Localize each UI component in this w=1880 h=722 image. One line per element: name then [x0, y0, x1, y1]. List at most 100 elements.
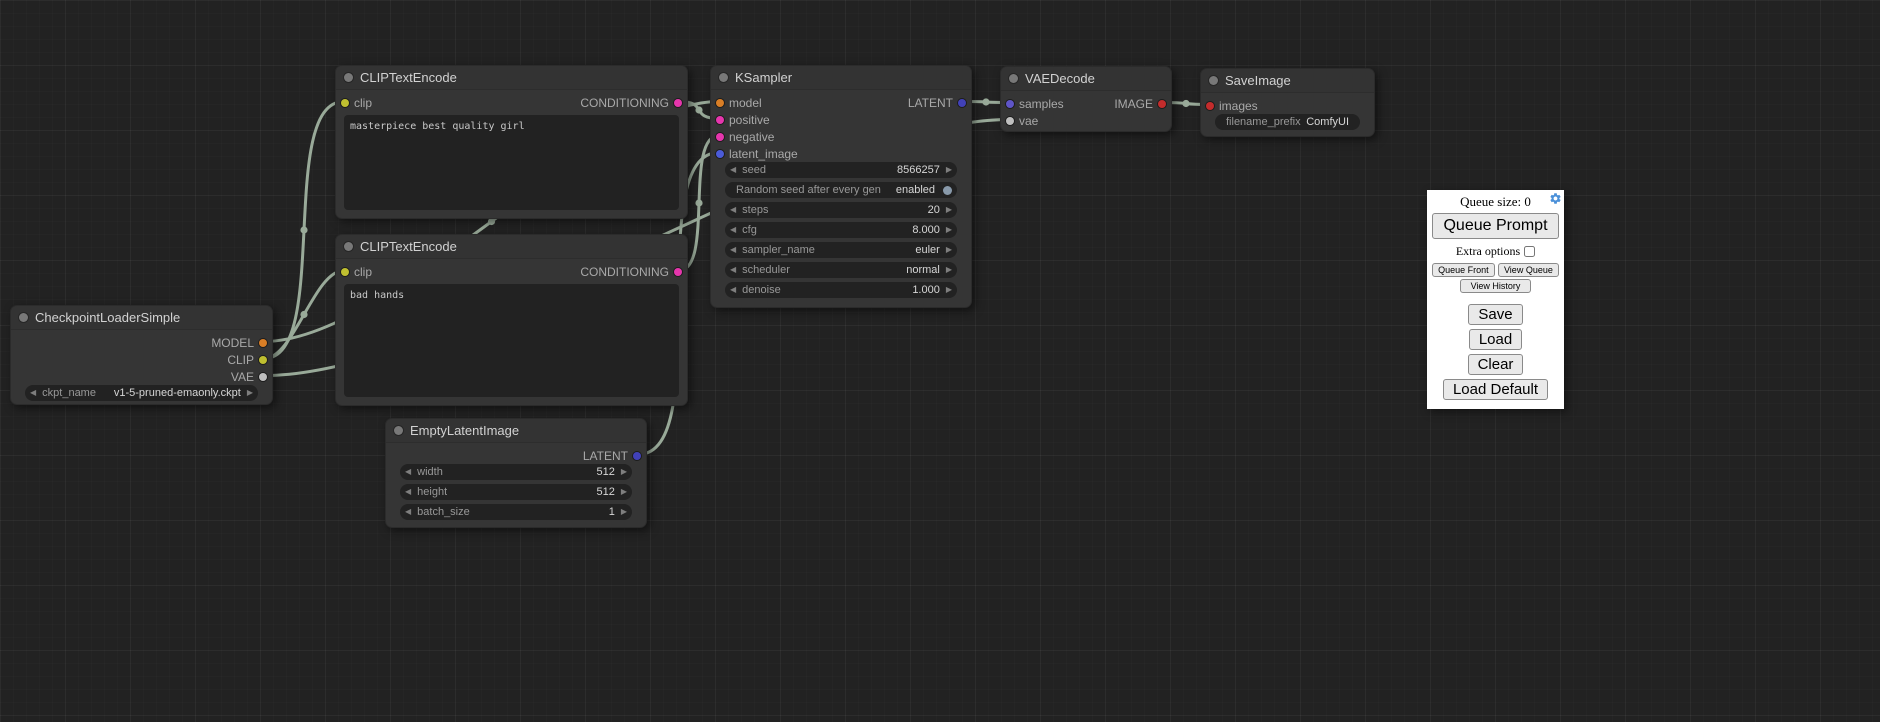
increment-arrow-icon[interactable]: ▶: [946, 286, 952, 294]
increment-arrow-icon[interactable]: ▶: [946, 206, 952, 214]
input-port-negative-icon[interactable]: [716, 133, 724, 141]
output-port-CONDITIONING-icon[interactable]: [674, 268, 682, 276]
input-port-images-icon[interactable]: [1206, 102, 1214, 110]
decrement-arrow-icon[interactable]: ◀: [405, 488, 411, 496]
settings-gear-icon[interactable]: [1549, 192, 1562, 205]
node-title-label: CheckpointLoaderSimple: [35, 310, 180, 325]
widget-value: 20: [928, 204, 940, 216]
input-port-latent_image-icon[interactable]: [716, 150, 724, 158]
input-port-clip-icon[interactable]: [341, 99, 349, 107]
output-port-MODEL-icon[interactable]: [259, 339, 267, 347]
input-port-model-icon[interactable]: [716, 99, 724, 107]
decrement-arrow-icon[interactable]: ◀: [405, 508, 411, 516]
widget-batch_size[interactable]: ◀batch_size1▶: [400, 504, 632, 520]
widget-seed[interactable]: ◀seed8566257▶: [725, 162, 957, 178]
node-collapse-icon[interactable]: [344, 73, 353, 82]
increment-arrow-icon[interactable]: ▶: [621, 468, 627, 476]
clear-button[interactable]: Clear: [1468, 354, 1524, 375]
widget-ckpt_name[interactable]: ◀ckpt_namev1-5-pruned-emaonly.ckpt▶: [25, 385, 258, 401]
output-port-LATENT-icon[interactable]: [958, 99, 966, 107]
node-title-bar[interactable]: CheckpointLoaderSimple: [11, 306, 272, 330]
node-vae-decode[interactable]: VAEDecodesamplesIMAGEvae: [1000, 66, 1172, 132]
slot-row: latent_image: [711, 145, 971, 162]
prompt-textarea[interactable]: masterpiece best quality girl: [344, 115, 679, 210]
node-title-label: CLIPTextEncode: [360, 70, 457, 85]
widget-width[interactable]: ◀width512▶: [400, 464, 632, 480]
node-clip-positive[interactable]: CLIPTextEncodeclipCONDITIONINGmasterpiec…: [335, 65, 688, 219]
decrement-arrow-icon[interactable]: ◀: [730, 206, 736, 214]
output-port-CONDITIONING-icon[interactable]: [674, 99, 682, 107]
increment-arrow-icon[interactable]: ▶: [621, 488, 627, 496]
decrement-arrow-icon[interactable]: ◀: [730, 246, 736, 254]
node-title-bar[interactable]: CLIPTextEncode: [336, 66, 687, 90]
widget-label: height: [417, 486, 447, 498]
node-title-label: EmptyLatentImage: [410, 423, 519, 438]
widget-Random seed after every gen[interactable]: Random seed after every genenabled: [725, 182, 957, 198]
input-port-positive-icon[interactable]: [716, 116, 724, 124]
load-button[interactable]: Load: [1469, 329, 1522, 350]
output-port-IMAGE-icon[interactable]: [1158, 100, 1166, 108]
node-clip-negative[interactable]: CLIPTextEncodeclipCONDITIONINGbad hands: [335, 234, 688, 406]
node-collapse-icon[interactable]: [1009, 74, 1018, 83]
widget-cfg[interactable]: ◀cfg8.000▶: [725, 222, 957, 238]
increment-arrow-icon[interactable]: ▶: [946, 266, 952, 274]
node-title-bar[interactable]: KSampler: [711, 66, 971, 90]
widget-label: cfg: [742, 224, 757, 236]
input-port-vae-icon[interactable]: [1006, 117, 1014, 125]
widget-value: 1.000: [912, 284, 940, 296]
output-slot-label: IMAGE: [1114, 97, 1153, 111]
node-save-image[interactable]: SaveImageimagesfilename_prefixComfyUI: [1200, 68, 1375, 137]
prompt-textarea[interactable]: bad hands: [344, 284, 679, 397]
view-queue-button[interactable]: View Queue: [1498, 263, 1559, 277]
node-empty-latent[interactable]: EmptyLatentImageLATENT◀width512▶◀height5…: [385, 418, 647, 528]
output-slot-label: MODEL: [211, 336, 254, 350]
node-title-bar[interactable]: VAEDecode: [1001, 67, 1171, 91]
output-port-CLIP-icon[interactable]: [259, 356, 267, 364]
decrement-arrow-icon[interactable]: ◀: [30, 389, 36, 397]
node-title-bar[interactable]: EmptyLatentImage: [386, 419, 646, 443]
queue-buttons-row: Queue Front View Queue: [1432, 263, 1559, 277]
widget-sampler_name[interactable]: ◀sampler_nameeuler▶: [725, 242, 957, 258]
input-port-clip-icon[interactable]: [341, 268, 349, 276]
decrement-arrow-icon[interactable]: ◀: [405, 468, 411, 476]
node-collapse-icon[interactable]: [344, 242, 353, 251]
load-default-button[interactable]: Load Default: [1443, 379, 1548, 400]
node-canvas[interactable]: CheckpointLoaderSimple MODELCLIP VAE◀ckpt_…: [0, 0, 1880, 722]
save-button[interactable]: Save: [1468, 304, 1522, 325]
queue-prompt-button[interactable]: Queue Prompt: [1432, 213, 1559, 239]
decrement-arrow-icon[interactable]: ◀: [730, 226, 736, 234]
queue-front-button[interactable]: Queue Front: [1432, 263, 1495, 277]
increment-arrow-icon[interactable]: ▶: [247, 389, 253, 397]
increment-arrow-icon[interactable]: ▶: [621, 508, 627, 516]
widget-denoise[interactable]: ◀denoise1.000▶: [725, 282, 957, 298]
node-collapse-icon[interactable]: [19, 313, 28, 322]
node-collapse-icon[interactable]: [719, 73, 728, 82]
widget-height[interactable]: ◀height512▶: [400, 484, 632, 500]
decrement-arrow-icon[interactable]: ◀: [730, 266, 736, 274]
decrement-arrow-icon[interactable]: ◀: [730, 286, 736, 294]
output-port-LATENT-icon[interactable]: [633, 452, 641, 460]
slot-row: MODEL: [11, 334, 272, 351]
input-port-samples-icon[interactable]: [1006, 100, 1014, 108]
increment-arrow-icon[interactable]: ▶: [946, 246, 952, 254]
output-port-VAE-icon[interactable]: [259, 373, 267, 381]
node-title-label: SaveImage: [1225, 73, 1291, 88]
node-collapse-icon[interactable]: [1209, 76, 1218, 85]
node-ksampler[interactable]: KSamplermodelLATENTpositivenegativelaten…: [710, 65, 972, 308]
node-collapse-icon[interactable]: [394, 426, 403, 435]
increment-arrow-icon[interactable]: ▶: [946, 226, 952, 234]
decrement-arrow-icon[interactable]: ◀: [730, 166, 736, 174]
toggle-on-icon[interactable]: [943, 186, 952, 195]
widget-steps[interactable]: ◀steps20▶: [725, 202, 957, 218]
node-title-bar[interactable]: CLIPTextEncode: [336, 235, 687, 259]
slot-row: vae: [1001, 112, 1171, 129]
output-slot-label: VAE: [231, 370, 254, 384]
view-history-button[interactable]: View History: [1460, 279, 1532, 293]
widget-filename_prefix[interactable]: filename_prefixComfyUI: [1215, 114, 1360, 130]
node-checkpoint-loader[interactable]: CheckpointLoaderSimple MODELCLIP VAE◀ckpt_…: [10, 305, 273, 405]
node-title-bar[interactable]: SaveImage: [1201, 69, 1374, 93]
extra-options-checkbox[interactable]: [1524, 246, 1535, 257]
widget-scheduler[interactable]: ◀schedulernormal▶: [725, 262, 957, 278]
increment-arrow-icon[interactable]: ▶: [946, 166, 952, 174]
slot-row: CLIP: [11, 351, 272, 368]
